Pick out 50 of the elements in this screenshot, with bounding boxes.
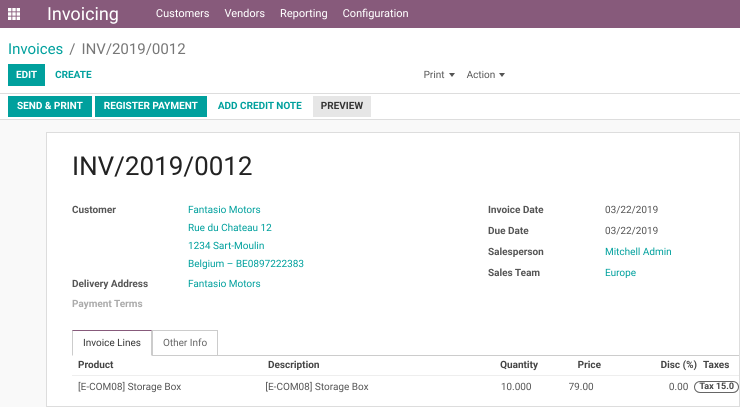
menu-item[interactable]: Vendors: [224, 6, 266, 22]
table-cell-text: 10.000: [500, 380, 532, 394]
field-label: Payment Terms: [72, 298, 144, 312]
field-value-link[interactable]: Belgium – BE0897222383: [188, 257, 304, 272]
field-label: Due Date: [488, 225, 530, 239]
table-cell-text: 0.00: [668, 380, 688, 394]
table-cell-text: [E-COM08] Storage Box: [78, 380, 182, 394]
dropdown-button[interactable]: Print: [424, 68, 455, 82]
caret-icon: [499, 73, 506, 77]
field-value-link[interactable]: 1234 Sart-Moulin: [188, 239, 304, 254]
tab[interactable]: Other Info: [152, 330, 218, 356]
field-value-link[interactable]: Fantasio Motors: [188, 277, 261, 292]
edit-button[interactable]: EDIT: [8, 64, 46, 86]
column-header: Quantity: [499, 359, 538, 373]
column-header: Disc (%): [660, 359, 697, 373]
field-label: Salesperson: [488, 246, 545, 260]
table-cell-text: [E-COM08] Storage Box: [265, 380, 370, 394]
field-value-link[interactable]: Rue du Chateau 12: [188, 221, 304, 236]
breadcrumb-link[interactable]: Invoices: [8, 38, 64, 60]
dropdown-button[interactable]: Action: [466, 68, 506, 82]
create-button[interactable]: CREATE: [45, 64, 102, 86]
field-value[interactable]: Europe: [605, 266, 636, 281]
tab[interactable]: Invoice Lines: [72, 330, 152, 356]
column-header: Description: [268, 359, 320, 373]
workflow-button[interactable]: SEND & PRINT: [8, 96, 92, 117]
field-label: Customer: [72, 204, 117, 218]
table-cell-text: 79.00: [568, 380, 594, 394]
app-title: Invoicing: [47, 2, 119, 26]
menu-item[interactable]: Customers: [156, 6, 210, 22]
workflow-button[interactable]: PREVIEW: [312, 96, 372, 117]
menu-item[interactable]: Configuration: [342, 6, 409, 22]
field-label: Delivery Address: [72, 278, 150, 292]
breadcrumb-separator: /: [69, 38, 76, 60]
field-value: 03/22/2019: [605, 225, 658, 239]
column-header: Taxes: [702, 359, 730, 373]
column-header: Price: [576, 359, 601, 373]
field-value: 03/22/2019: [605, 204, 658, 218]
invoice-title: INV/2019/0012: [72, 151, 254, 184]
apps-menu-icon[interactable]: [8, 8, 20, 20]
caret-icon: [448, 73, 455, 77]
workflow-button[interactable]: REGISTER PAYMENT: [94, 96, 207, 117]
workflow-button[interactable]: ADD CREDIT NOTE: [210, 96, 310, 117]
field-value[interactable]: Mitchell Admin: [605, 245, 672, 260]
field-label: Sales Team: [488, 267, 542, 281]
column-header: Product: [78, 359, 114, 373]
tax-tag: Tax 15.0: [694, 381, 739, 394]
breadcrumb-current: INV/2019/0012: [81, 38, 186, 60]
menu-item[interactable]: Reporting: [280, 6, 328, 22]
field-label: Invoice Date: [488, 204, 545, 218]
field-value-link[interactable]: Fantasio Motors: [188, 203, 304, 218]
